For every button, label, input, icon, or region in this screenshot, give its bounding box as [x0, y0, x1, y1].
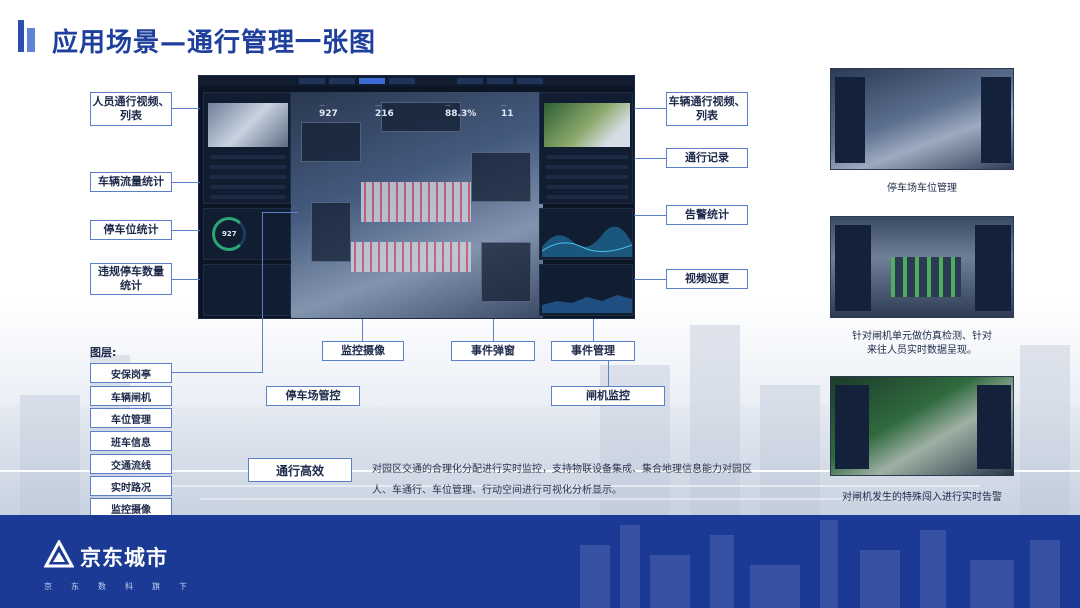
thumbnail-caption: 停车场车位管理 — [887, 183, 957, 194]
left-panel-mid: 927 — [203, 208, 291, 260]
layer-item[interactable]: 安保岗亭 — [90, 363, 172, 383]
callout-parking-stats: 停车位统计 — [90, 220, 172, 240]
skyline-decoration — [580, 520, 1060, 608]
dashboard-topbar — [199, 76, 634, 86]
dashboard-screenshot: —927 —216 —88.3% —11 927 — [198, 75, 635, 319]
kpi-value: 11 — [501, 109, 514, 119]
callout-gate-monitor: 闸机监控 — [551, 386, 665, 406]
title-accent-bar-small — [27, 28, 35, 52]
thumbnail-caption: 针对闸机单元做仿真检测、针对 来往人员实时数据呈现。 — [852, 331, 992, 356]
thumbnail-parking — [830, 68, 1014, 170]
right-panel-bottom — [539, 264, 633, 316]
thumbnail-caption: 对闸机发生的特殊闯入进行实时告警 — [842, 492, 1002, 503]
callout-pass-record: 通行记录 — [666, 148, 748, 168]
kpi-value: 927 — [319, 109, 338, 119]
callout-parking-ctrl: 停车场管控 — [266, 386, 360, 406]
layer-item[interactable]: 车辆闸机 — [90, 386, 172, 406]
ring-value: 927 — [222, 230, 237, 238]
layer-item[interactable]: 实时路况 — [90, 476, 172, 496]
efficiency-description: 对园区交通的合理化分配进行实时监控，支持物联设备集成、集合地理信息能力对园区人、… — [372, 464, 752, 496]
right-panel-mid — [539, 208, 633, 260]
title-accent-bar — [18, 20, 24, 52]
callout-alarm-stats: 告警统计 — [666, 205, 748, 225]
thumbnail-gate-alarm — [830, 376, 1014, 476]
callout-vehicle-flow: 车辆流量统计 — [90, 172, 172, 192]
page-title: 应用场景—通行管理一张图 — [52, 28, 377, 58]
layer-item[interactable]: 车位管理 — [90, 408, 172, 428]
layer-item[interactable]: 班车信息 — [90, 431, 172, 451]
callout-event-popup: 事件弹窗 — [451, 341, 535, 361]
efficiency-label: 通行高效 — [248, 458, 352, 482]
callout-video-patrol: 视频巡更 — [666, 269, 748, 289]
callout-monitor-camera: 监控摄像 — [322, 341, 404, 361]
footer-brand: 京东城市 — [80, 546, 168, 570]
callout-illegal-parking: 违规停车数量 统计 — [90, 263, 172, 295]
callout-person-video: 人员通行视频、 列表 — [90, 92, 172, 126]
left-panel-bottom — [203, 264, 291, 316]
left-panel-top — [203, 92, 291, 204]
footer-slogan: 京东数科旗下 — [44, 582, 206, 591]
right-panel-top — [539, 92, 633, 204]
layer-heading: 图层: — [90, 346, 117, 359]
thumbnail-gate-sim — [830, 216, 1014, 318]
dashboard-3d-map — [291, 92, 543, 318]
layer-item[interactable]: 交通流线 — [90, 454, 172, 474]
kpi-value: 88.3% — [445, 109, 477, 119]
jd-city-logo-icon — [44, 540, 74, 568]
kpi-value: 216 — [375, 109, 394, 119]
callout-vehicle-video: 车辆通行视频、 列表 — [666, 92, 748, 126]
callout-event-mgmt: 事件管理 — [551, 341, 635, 361]
